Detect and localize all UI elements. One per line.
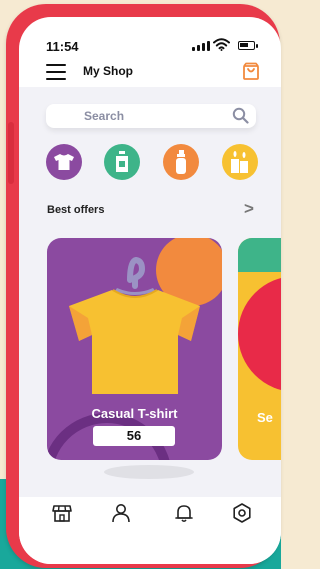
search-placeholder: Search [84,109,125,123]
search-input[interactable]: Search [46,104,256,128]
best-offers-title: Best offers [47,204,105,216]
phone-frame: 11:54 My Shop Search Best offers > Casua… [6,4,281,568]
bottom-navigation [19,497,281,564]
app-title: My Shop [83,64,133,78]
phone-screen: 11:54 My Shop Search Best offers > Casua… [19,17,281,564]
status-time: 11:54 [46,39,79,54]
candles-icon [231,151,248,173]
phone-side-button [8,122,14,184]
profile-icon[interactable] [111,503,131,523]
category-list [46,144,266,180]
bottle-icon [116,151,128,172]
hamburger-menu-icon[interactable] [46,64,66,80]
spray-category[interactable] [163,144,199,180]
candles-category[interactable] [222,144,258,180]
offer-card-second[interactable]: Se [238,238,281,460]
t-shirt-icon [54,154,74,170]
bell-icon[interactable] [174,503,194,523]
battery-icon [238,41,258,50]
cellular-signal-icon [192,41,210,51]
shopping-bag-icon[interactable] [242,62,260,81]
offer-card-casual-tshirt[interactable]: Casual T-shirt 56 [47,238,222,460]
search-icon[interactable] [232,107,249,124]
bottle-category[interactable] [104,144,140,180]
spray-bottle-icon [176,150,186,174]
wifi-icon [213,38,230,51]
offer-title: Casual T-shirt [91,406,178,421]
best-offers-arrow-button[interactable]: > [244,200,254,217]
main-content: Search Best offers > Casual T-shirt 56 S… [19,87,281,497]
status-bar: 11:54 [19,17,281,57]
t-shirt-category[interactable] [46,144,82,180]
offer-title: Se [257,410,273,425]
offer-price: 56 [93,426,175,446]
store-icon[interactable] [52,503,72,523]
card-shadow [104,465,194,479]
card-decoration [238,238,281,391]
settings-icon[interactable] [232,503,252,523]
